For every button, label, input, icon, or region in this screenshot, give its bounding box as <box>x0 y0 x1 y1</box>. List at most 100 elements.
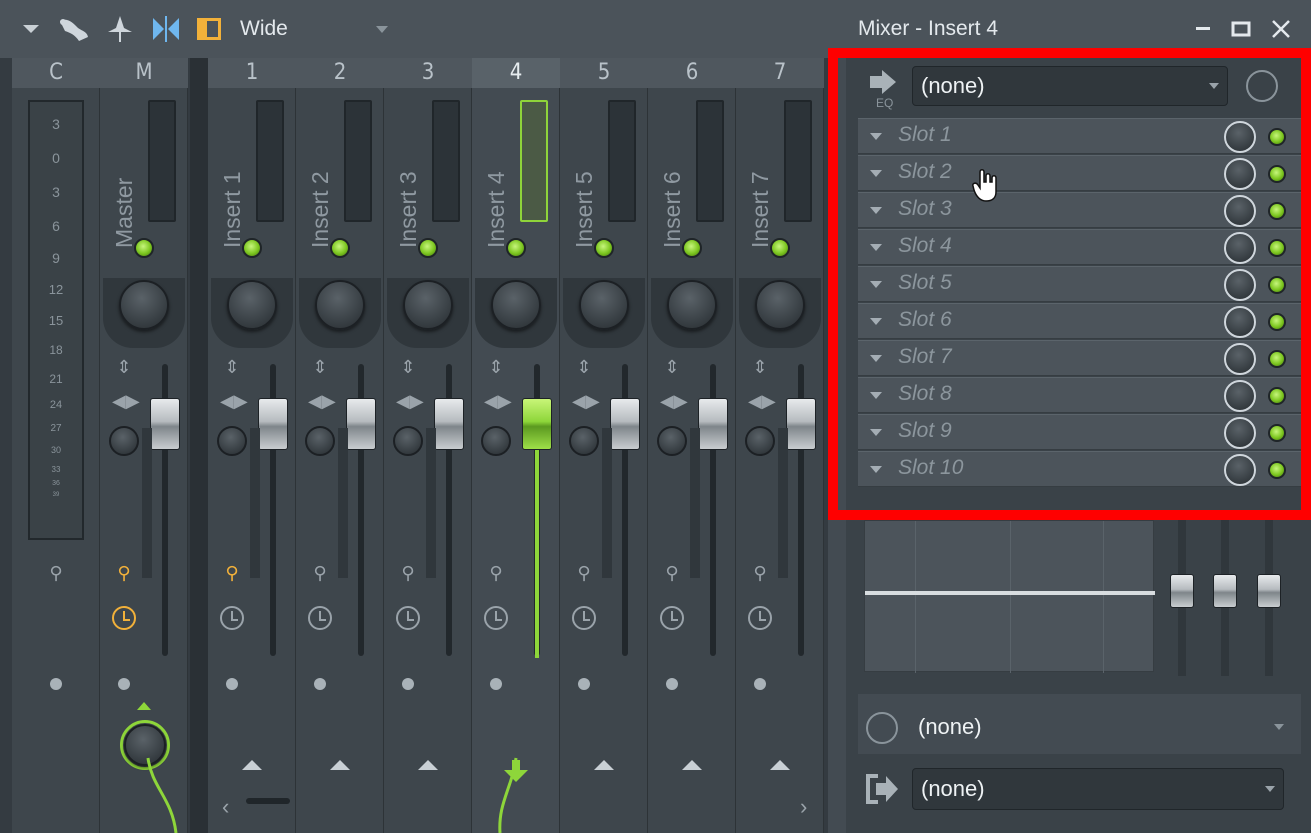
stereo-icon[interactable]: ◀▶ <box>484 392 512 410</box>
volume-fader[interactable] <box>522 398 552 450</box>
slot-enable-led[interactable] <box>1268 276 1286 294</box>
pan-knob[interactable] <box>315 280 365 330</box>
stereo-icon[interactable]: ◀▶ <box>308 392 336 410</box>
route-dot[interactable] <box>666 678 678 690</box>
latency-clock-icon[interactable] <box>484 606 508 630</box>
slot-menu-arrow-icon[interactable] <box>870 207 882 214</box>
volume-fader[interactable] <box>150 398 180 450</box>
maximize-button[interactable] <box>1226 14 1256 44</box>
stereo-icon[interactable]: ◀▶ <box>748 392 776 410</box>
slot-menu-arrow-icon[interactable] <box>870 318 882 325</box>
arm-record-icon[interactable]: ⚲ <box>486 564 506 582</box>
arm-record-icon[interactable]: ⚲ <box>750 564 770 582</box>
input-chevron-down-icon[interactable] <box>1274 724 1284 730</box>
route-dot[interactable] <box>402 678 414 690</box>
stereo-knob[interactable] <box>393 426 423 456</box>
latency-clock-icon[interactable] <box>112 606 136 630</box>
route-dot[interactable] <box>118 678 130 690</box>
volume-fader[interactable] <box>258 398 288 450</box>
minimize-button[interactable] <box>1188 14 1218 44</box>
fx-slot-4[interactable]: Slot 4 <box>858 229 1301 265</box>
slot-menu-arrow-icon[interactable] <box>870 392 882 399</box>
slot-enable-led[interactable] <box>1268 387 1286 405</box>
swap-icon[interactable]: ⇕ <box>486 358 506 376</box>
arm-record-icon[interactable]: ⚲ <box>310 564 330 582</box>
slot-mix-knob[interactable] <box>1224 232 1256 264</box>
slot-mix-knob[interactable] <box>1224 121 1256 153</box>
fx-slot-3[interactable]: Slot 3 <box>858 192 1301 228</box>
input-clock-icon[interactable] <box>866 712 898 744</box>
slot-mix-knob[interactable] <box>1224 380 1256 412</box>
slot-enable-led[interactable] <box>1268 350 1286 368</box>
pin-icon[interactable] <box>104 14 136 44</box>
arm-record-icon[interactable]: ⚲ <box>574 564 594 582</box>
latency-clock-icon[interactable] <box>308 606 332 630</box>
layout-icon[interactable] <box>196 14 222 44</box>
mixer-scrollbar[interactable]: ‹ › <box>208 788 828 833</box>
volume-fader[interactable] <box>610 398 640 450</box>
swap-icon[interactable]: ⇕ <box>398 358 418 376</box>
enable-led[interactable] <box>418 238 438 258</box>
arm-record-icon[interactable]: ⚲ <box>662 564 682 582</box>
arm-record-icon[interactable]: ⚲ <box>222 564 242 582</box>
stereo-icon[interactable]: ◀▶ <box>112 392 140 410</box>
fx-slot-5[interactable]: Slot 5 <box>858 266 1301 302</box>
swap-icon[interactable]: ⇕ <box>574 358 594 376</box>
stereo-knob[interactable] <box>745 426 775 456</box>
route-dot[interactable] <box>50 678 62 690</box>
stereo-knob[interactable] <box>481 426 511 456</box>
route-dot[interactable] <box>578 678 590 690</box>
fx-arrow-icon[interactable] <box>868 68 902 96</box>
insert-strip-6[interactable]: Insert 6 ⇕ ◀▶ ⚲ <box>648 88 736 833</box>
pan-knob[interactable] <box>403 280 453 330</box>
volume-fader[interactable] <box>786 398 816 450</box>
enable-led[interactable] <box>594 238 614 258</box>
route-dot[interactable] <box>490 678 502 690</box>
pan-knob[interactable] <box>667 280 717 330</box>
scroll-right-icon[interactable]: › <box>800 794 807 820</box>
latency-clock-icon[interactable] <box>748 606 772 630</box>
insert-strip-2[interactable]: Insert 2 ⇕ ◀▶ ⚲ <box>296 88 384 833</box>
stereo-knob[interactable] <box>305 426 335 456</box>
latency-clock-icon[interactable] <box>1246 70 1278 102</box>
route-dot[interactable] <box>226 678 238 690</box>
scroll-thumb[interactable] <box>246 798 290 804</box>
scroll-left-icon[interactable]: ‹ <box>222 794 229 820</box>
send-arrow-icon[interactable] <box>594 760 614 770</box>
eq-graph[interactable] <box>864 520 1155 673</box>
volume-fader[interactable] <box>434 398 464 450</box>
slot-menu-arrow-icon[interactable] <box>870 355 882 362</box>
swap-icon[interactable]: ⇕ <box>310 358 330 376</box>
volume-fader[interactable] <box>698 398 728 450</box>
slot-mix-knob[interactable] <box>1224 269 1256 301</box>
insert-strip-3[interactable]: Insert 3 ⇕ ◀▶ ⚲ <box>384 88 472 833</box>
eq-band-fader-low[interactable] <box>1170 574 1194 608</box>
header-5[interactable]: 5 <box>560 58 648 88</box>
stereo-knob[interactable] <box>569 426 599 456</box>
enable-led[interactable] <box>506 238 526 258</box>
output-route-icon[interactable] <box>864 772 900 806</box>
fx-slot-10[interactable]: Slot 10 <box>858 451 1301 487</box>
slot-enable-led[interactable] <box>1268 165 1286 183</box>
stereo-icon[interactable]: ◀▶ <box>660 392 688 410</box>
enable-led[interactable] <box>330 238 350 258</box>
menu-dropdown-icon[interactable] <box>18 14 44 44</box>
insert-strip-1[interactable]: Insert 1 ⇕ ◀▶ ⚲ <box>208 88 296 833</box>
volume-fader[interactable] <box>346 398 376 450</box>
output-route-dropdown[interactable]: (none) <box>912 768 1284 810</box>
pan-knob[interactable] <box>227 280 277 330</box>
route-dot[interactable] <box>754 678 766 690</box>
header-3[interactable]: 3 <box>384 58 472 88</box>
swap-icon[interactable]: ⇕ <box>750 358 770 376</box>
slot-menu-arrow-icon[interactable] <box>870 133 882 140</box>
eq-band-fader-mid[interactable] <box>1213 574 1237 608</box>
stereo-icon[interactable]: ◀▶ <box>572 392 600 410</box>
header-1[interactable]: 1 <box>208 58 296 88</box>
swap-icon[interactable]: ⇕ <box>662 358 682 376</box>
route-dot[interactable] <box>314 678 326 690</box>
slot-mix-knob[interactable] <box>1224 195 1256 227</box>
slot-mix-knob[interactable] <box>1224 417 1256 449</box>
latency-clock-icon[interactable] <box>396 606 420 630</box>
slot-mix-knob[interactable] <box>1224 343 1256 375</box>
fx-slot-6[interactable]: Slot 6 <box>858 303 1301 339</box>
